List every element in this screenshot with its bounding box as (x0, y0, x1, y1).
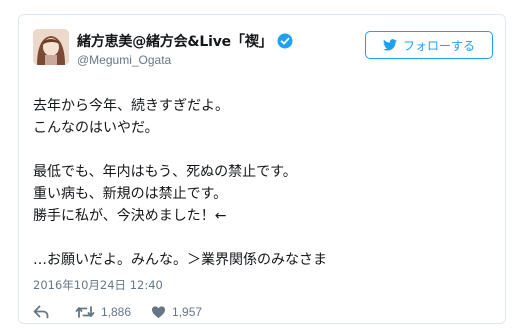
tweet-text-line: 去年から今年、続きすぎだよ。 (33, 98, 229, 114)
user-handle[interactable]: @Megumi_Ogata (77, 53, 293, 67)
tweet-text: 去年から今年、続きすぎだよ。 こんなのはいやだ。 最低でも、年内はもう、死ぬの禁… (33, 95, 493, 271)
twitter-bird-icon (382, 39, 397, 51)
tweet-timestamp[interactable]: 2016年10月24日 12:40 (33, 277, 163, 293)
tweet-actions: 1,886 1,957 (33, 303, 202, 321)
follow-button-label: フォローする (402, 38, 475, 53)
tweet-text-line: 最低でも、年内はもう、死ぬの禁止です。 (33, 164, 297, 180)
display-name[interactable]: 緒方恵美@緒方会&Live「禊」 (77, 31, 273, 51)
tweet-text-blank-line (33, 227, 493, 249)
tweet-text-blank-line (33, 139, 493, 161)
tweet-text-line: こんなのはいやだ。 (33, 120, 159, 136)
like-count: 1,957 (172, 305, 203, 319)
reply-icon (33, 305, 49, 319)
tweet-text-line: 勝手に私が、今決めました！← (33, 208, 227, 224)
reply-button[interactable] (33, 305, 49, 319)
like-button[interactable]: 1,957 (151, 305, 202, 319)
tweet-card: 緒方恵美@緒方会&Live「禊」 @Megumi_Ogata フォローする 去年… (18, 14, 506, 324)
display-name-row: 緒方恵美@緒方会&Live「禊」 (77, 32, 293, 50)
follow-button[interactable]: フォローする (365, 31, 493, 59)
tweet-header: 緒方恵美@緒方会&Live「禊」 @Megumi_Ogata フォローする (33, 29, 493, 79)
user-names: 緒方恵美@緒方会&Live「禊」 @Megumi_Ogata (77, 32, 293, 67)
verified-badge-icon (277, 33, 293, 49)
heart-icon (151, 305, 166, 319)
retweet-count: 1,886 (101, 305, 132, 319)
tweet-text-line: 重い病も、新規のは禁止です。 (33, 186, 228, 202)
tweet-text-line: …お願いだよ。みんな。＞業界関係のみなさま (33, 252, 327, 268)
retweet-button[interactable]: 1,886 (75, 305, 131, 319)
user-avatar[interactable] (33, 29, 69, 65)
retweet-icon (75, 305, 95, 319)
